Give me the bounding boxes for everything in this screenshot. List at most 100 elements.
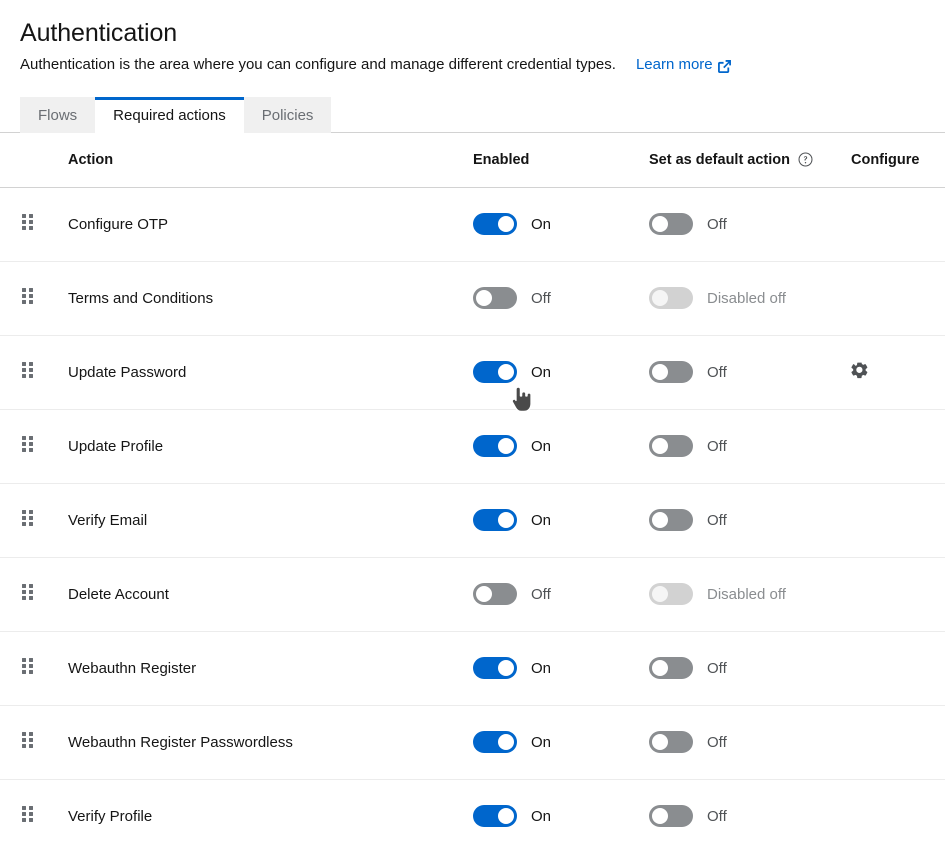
configure-cell [851, 557, 945, 632]
drag-cell [0, 557, 58, 632]
default-action-toggle[interactable] [649, 213, 693, 235]
action-name-cell: Terms and Conditions [58, 261, 473, 336]
gear-icon[interactable] [851, 361, 868, 379]
action-name: Webauthn Register [68, 659, 197, 677]
action-name: Terms and Conditions [68, 289, 214, 307]
tab-flows[interactable]: Flows [20, 97, 96, 133]
action-name-cell: Update Profile [58, 409, 473, 484]
enabled-cell: On [473, 409, 649, 484]
drag-handle-icon[interactable] [21, 732, 35, 748]
external-link-icon [717, 59, 732, 74]
enabled-toggle[interactable] [473, 287, 517, 309]
default-action-toggle [649, 583, 693, 605]
table-row: Update Password On Off [0, 335, 945, 410]
enabled-cell: On [473, 187, 649, 262]
switch-knob [652, 438, 668, 454]
enabled-toggle[interactable] [473, 361, 517, 383]
default-action-toggle[interactable] [649, 805, 693, 828]
header-action-label: Action [68, 151, 114, 168]
drag-handle-icon[interactable] [21, 436, 35, 452]
enabled-cell: On [473, 705, 649, 780]
default-action-toggle-label: Off [707, 659, 727, 677]
switch-knob [498, 734, 514, 750]
header-configure-label: Configure [851, 151, 920, 168]
default-action-toggle-label: Disabled off [707, 585, 786, 603]
page-subtitle: Authentication is the area where you can… [20, 56, 616, 73]
switch-knob [652, 660, 668, 676]
switch-knob [498, 216, 514, 232]
enabled-toggle[interactable] [473, 731, 517, 753]
enabled-toggle-label: Off [531, 289, 551, 307]
tab-policies[interactable]: Policies [243, 97, 332, 133]
configure-cell [851, 705, 945, 780]
enabled-toggle-label: On [531, 807, 552, 825]
drag-cell [0, 187, 58, 262]
default-action-cell: Off [649, 779, 851, 850]
header-configure: Configure [851, 133, 945, 188]
action-name: Verify Profile [68, 807, 153, 825]
switch-knob [652, 364, 668, 380]
switch-knob [498, 808, 514, 825]
drag-handle-icon[interactable] [21, 658, 35, 674]
drag-handle-icon[interactable] [21, 288, 35, 304]
enabled-toggle[interactable] [473, 213, 517, 235]
table-row: Terms and Conditions Off Disabled off [0, 261, 945, 336]
drag-cell [0, 705, 58, 780]
default-action-cell: Off [649, 705, 851, 780]
default-action-toggle[interactable] [649, 731, 693, 753]
action-name-cell: Webauthn Register [58, 631, 473, 706]
switch-knob [652, 512, 668, 528]
enabled-cell: On [473, 335, 649, 410]
default-action-toggle-label: Disabled off [707, 289, 786, 307]
drag-handle-icon[interactable] [21, 362, 35, 378]
enabled-toggle[interactable] [473, 435, 517, 457]
switch-knob [498, 364, 514, 380]
drag-cell [0, 631, 58, 706]
switch-knob [652, 734, 668, 750]
learn-more-link[interactable]: Learn more [636, 54, 732, 75]
action-name: Webauthn Register Passwordless [68, 733, 293, 751]
switch-knob [476, 290, 492, 306]
enabled-toggle-label: On [531, 215, 552, 233]
enabled-toggle[interactable] [473, 805, 517, 828]
default-action-toggle[interactable] [649, 361, 693, 383]
table-row: Update Profile On Off [0, 409, 945, 484]
header-default-action-label: Set as default action [649, 151, 791, 168]
header-action: Action [58, 133, 473, 188]
action-name-cell: Webauthn Register Passwordless [58, 705, 473, 780]
drag-handle-icon[interactable] [21, 584, 35, 600]
enabled-toggle-label: On [531, 659, 552, 677]
default-action-toggle[interactable] [649, 509, 693, 531]
switch-knob [652, 290, 668, 306]
enabled-toggle-label: Off [531, 585, 551, 603]
drag-cell [0, 335, 58, 410]
enabled-toggle[interactable] [473, 583, 517, 605]
table-row: Webauthn Register Passwordless On Off [0, 705, 945, 780]
drag-cell [0, 261, 58, 336]
drag-handle-icon[interactable] [21, 510, 35, 526]
default-action-cell: Disabled off [649, 557, 851, 632]
drag-cell [0, 483, 58, 558]
default-action-toggle[interactable] [649, 435, 693, 457]
action-name: Verify Email [68, 511, 148, 529]
enabled-toggle-label: On [531, 511, 552, 529]
default-action-cell: Off [649, 631, 851, 706]
enabled-cell: Off [473, 261, 649, 336]
drag-handle-icon[interactable] [21, 214, 35, 230]
default-action-toggle[interactable] [649, 657, 693, 679]
page-title: Authentication [20, 19, 178, 47]
switch-knob [652, 808, 668, 825]
default-action-toggle-label: Off [707, 511, 727, 529]
default-action-toggle-label: Off [707, 363, 727, 381]
enabled-toggle[interactable] [473, 509, 517, 531]
action-name-cell: Verify Profile [58, 779, 473, 850]
tab-required-actions[interactable]: Required actions [95, 97, 244, 134]
table-row: Webauthn Register On Off [0, 631, 945, 706]
enabled-toggle[interactable] [473, 657, 517, 679]
enabled-cell: On [473, 779, 649, 850]
switch-knob [652, 586, 668, 602]
help-circle-icon[interactable] [798, 152, 813, 167]
action-name-cell: Verify Email [58, 483, 473, 558]
default-action-cell: Off [649, 409, 851, 484]
drag-handle-icon[interactable] [21, 806, 35, 823]
